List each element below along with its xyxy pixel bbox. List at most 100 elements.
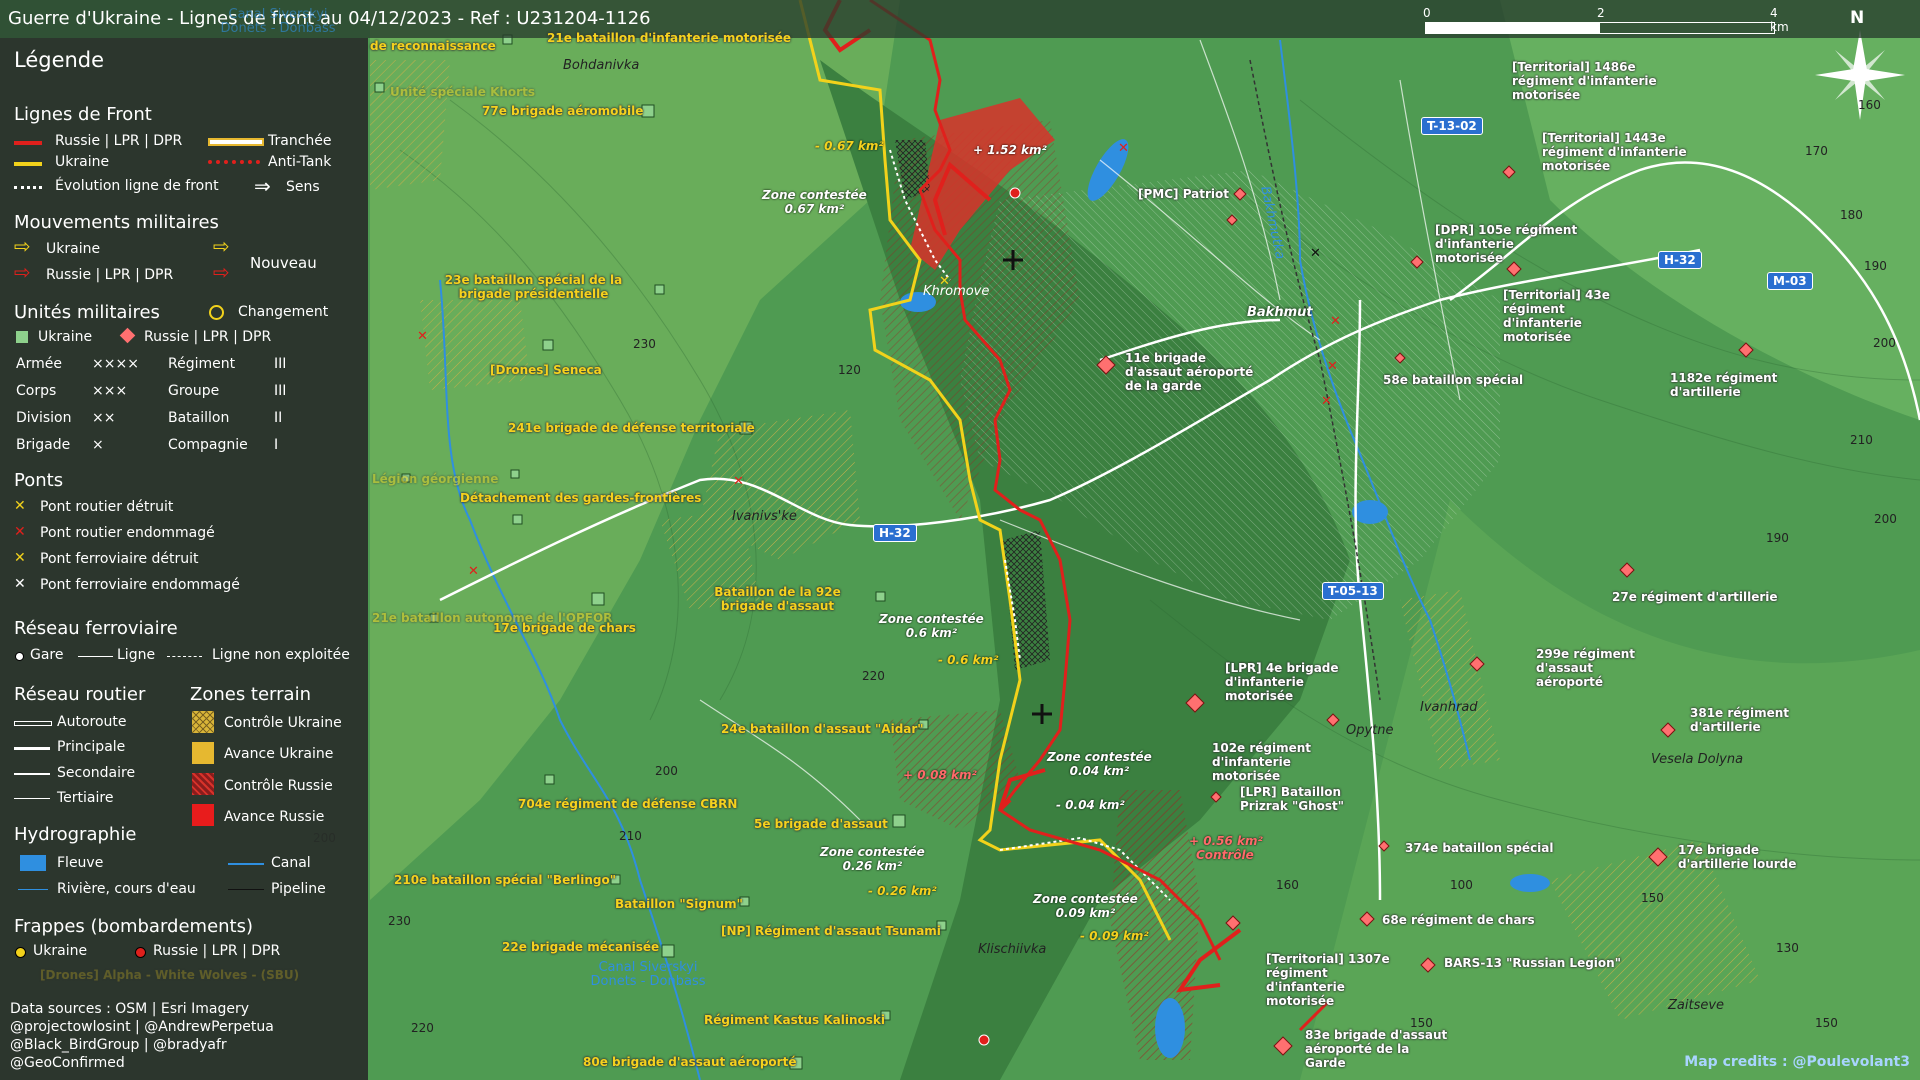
- svg-text:✕: ✕: [417, 329, 428, 344]
- road-bridge-destroyed-icon: ✕: [14, 498, 26, 514]
- legend-stream: Rivière, cours d'eau: [57, 881, 196, 897]
- ukraine-unit-label[interactable]: [Drones] Seneca: [490, 363, 602, 377]
- ukraine-unit-label[interactable]: 21e bataillon d'infanterie motorisée: [547, 31, 791, 45]
- russia-unit-label[interactable]: 1182e régiment d'artillerie: [1670, 371, 1780, 399]
- place-label: Bohdanivka: [563, 58, 640, 73]
- legend-strike-russia: Russie | LPR | DPR: [153, 943, 281, 959]
- ukraine-unit-label[interactable]: Unité spéciale Khorts: [390, 85, 535, 99]
- stream-swatch: [18, 889, 48, 890]
- elevation-label: 160: [1276, 878, 1299, 892]
- trench-swatch: [208, 138, 264, 146]
- contested-zone-label: Zone contestée 0.04 km²: [1047, 750, 1152, 778]
- echelon-cell: III: [274, 356, 287, 372]
- legend-rail-heading: Réseau ferroviaire: [14, 618, 178, 639]
- echelon-cell: ×××: [92, 383, 128, 399]
- credit-line: @GeoConfirmed: [10, 1055, 125, 1071]
- area-delta: Contrôle: [1196, 848, 1254, 862]
- map-credit: Map credits : @Poulevolant3: [1684, 1054, 1910, 1070]
- legend-zone-2: Avance Ukraine: [224, 746, 334, 762]
- echelon-cell: II: [274, 410, 283, 426]
- legend-title: Légende: [14, 48, 105, 72]
- zone-title: Zone contestée: [1047, 750, 1152, 764]
- russia-unit-label[interactable]: [PMC] Patriot: [1138, 187, 1229, 201]
- canal-label: Canal Siverskyi Donets - Donbass: [220, 7, 336, 36]
- russia-unit-label[interactable]: [Territorial] 1307e régiment d'infanteri…: [1266, 952, 1406, 1008]
- ukraine-unit-label[interactable]: 5e brigade d'assaut: [754, 817, 888, 831]
- echelon-cell: Corps: [16, 383, 57, 399]
- ukraine-unit-label[interactable]: Bataillon de la 92e brigade d'assaut: [690, 585, 865, 613]
- ukraine-move-arrow-icon: ⇨: [14, 234, 31, 258]
- ukraine-unit-label[interactable]: Légion géorgienne: [372, 472, 498, 486]
- ukraine-unit-label[interactable]: 210e bataillon spécial "Berlingo": [394, 873, 616, 887]
- ukraine-unit-label[interactable]: [NP] Régiment d'assaut Tsunami: [721, 924, 941, 938]
- road-shield: T-13-02: [1421, 117, 1483, 135]
- ukraine-unit-label[interactable]: 23e bataillon spécial de la brigade prés…: [426, 273, 641, 301]
- place-label: Khromove: [923, 284, 990, 299]
- area-delta: - 0.26 km²: [868, 884, 937, 898]
- russia-unit-label[interactable]: 83e brigade d'assaut aéroporté de la Gar…: [1305, 1028, 1450, 1070]
- elevation-label: 100: [1450, 878, 1473, 892]
- ukraine-unit-label[interactable]: Régiment Kastus Kalinoski: [704, 1013, 885, 1027]
- russia-unit-label[interactable]: BARS-13 "Russian Legion": [1444, 956, 1621, 970]
- russia-advance-swatch: [192, 804, 214, 826]
- ukraine-advance-swatch: [192, 742, 214, 764]
- legend-russia-unit: Russie | LPR | DPR: [144, 329, 272, 345]
- contested-zone-label: Zone contestée 0.67 km²: [762, 188, 867, 216]
- legend-bridge-4: Pont ferroviaire endommagé: [40, 577, 240, 593]
- russia-unit-label[interactable]: 27e régiment d'artillerie: [1612, 590, 1778, 604]
- echelon-cell: ××××: [92, 356, 139, 372]
- zone-area: 0.67 km²: [784, 202, 845, 216]
- antitank-swatch: [208, 160, 260, 168]
- ukraine-unit-label[interactable]: 24e bataillon d'assaut "Aidar": [721, 722, 924, 736]
- ukraine-unit-label[interactable]: 17e brigade de chars: [493, 621, 636, 635]
- place-label: Ivanhrad: [1420, 700, 1478, 715]
- russia-unit-label[interactable]: [DPR] 105e régiment d'infanterie motoris…: [1435, 223, 1585, 265]
- ukraine-unit-label[interactable]: [Drones] Alpha - White Wolves - (SBU): [40, 968, 299, 982]
- echelon-cell: ×: [92, 437, 104, 453]
- russia-unit-label[interactable]: [LPR] 4e brigade d'infanterie motorisée: [1225, 661, 1355, 703]
- elevation-label: 210: [1850, 433, 1873, 447]
- russia-unit-label[interactable]: 299e régiment d'assaut aéroporté: [1536, 647, 1661, 689]
- russia-unit-label[interactable]: 17e brigade d'artillerie lourde: [1678, 843, 1828, 871]
- road-shield: H-32: [873, 524, 917, 542]
- echelon-cell: I: [274, 437, 279, 453]
- legend-strikes-heading: Frappes (bombardements): [14, 916, 254, 937]
- russia-unit-label[interactable]: 374e bataillon spécial: [1405, 841, 1554, 855]
- russia-unit-label[interactable]: 11e brigade d'assaut aéroporté de la gar…: [1125, 351, 1265, 393]
- ukraine-unit-label[interactable]: 22e brigade mécanisée: [502, 940, 659, 954]
- russia-unit-label[interactable]: [LPR] Bataillon Prizrak "Ghost": [1240, 785, 1370, 813]
- legend-front-lines-heading: Lignes de Front: [14, 104, 152, 125]
- russia-unit-label[interactable]: [Territorial] 1443e régiment d'infanteri…: [1542, 131, 1702, 173]
- russia-unit-label[interactable]: 58e bataillon spécial: [1383, 373, 1523, 387]
- ukraine-unit-label[interactable]: 77e brigade aéromobile: [482, 104, 643, 118]
- legend-strike-ukraine: Ukraine: [33, 943, 88, 959]
- zone-area: 0.26 km²: [842, 859, 903, 873]
- ukraine-unit-label[interactable]: Bataillon "Signum": [615, 897, 743, 911]
- elevation-label: 170: [1805, 144, 1828, 158]
- ukraine-unit-label[interactable]: 704e régiment de défense CBRN: [518, 797, 737, 811]
- legend-movements-heading: Mouvements militaires: [14, 212, 219, 233]
- russia-unit-label[interactable]: [Territorial] 43e régiment d'infanterie …: [1503, 288, 1643, 344]
- legend-bridge-3: Pont ferroviaire détruit: [40, 551, 199, 567]
- ukraine-unit-label[interactable]: 241e brigade de défense territoriale: [508, 421, 755, 435]
- elevation-label: 190: [1864, 259, 1887, 273]
- legend-russia-move: Russie | LPR | DPR: [46, 267, 174, 283]
- elevation-label: 210: [619, 829, 642, 843]
- scale-tick-0: 0: [1423, 6, 1431, 20]
- russia-unit-label[interactable]: [Territorial] 1486e régiment d'infanteri…: [1512, 60, 1657, 102]
- elevation-label: 150: [1410, 1016, 1433, 1030]
- ukraine-unit-label[interactable]: Détachement des gardes-frontières: [460, 491, 701, 505]
- ukraine-unit-label[interactable]: de reconnaissance: [370, 39, 496, 53]
- area-delta: - 0.09 km²: [1080, 929, 1149, 943]
- road-shield: T-05-13: [1322, 582, 1384, 600]
- credit-line: @Black_BirdGroup | @bradyafr: [10, 1037, 227, 1053]
- north-label: N: [1850, 8, 1865, 28]
- highway-swatch: [14, 721, 52, 726]
- legend-zone-1: Contrôle Ukraine: [224, 715, 342, 731]
- svg-text:✕: ✕: [1330, 314, 1341, 329]
- russia-unit-label[interactable]: 68e régiment de chars: [1382, 913, 1535, 927]
- ukraine-control-swatch: [192, 711, 214, 733]
- russia-unit-label[interactable]: 381e régiment d'artillerie: [1690, 706, 1790, 734]
- russia-unit-label[interactable]: 102e régiment d'infanterie motorisée: [1212, 741, 1357, 783]
- ukraine-unit-label[interactable]: 80e brigade d'assaut aéroporté: [583, 1055, 796, 1069]
